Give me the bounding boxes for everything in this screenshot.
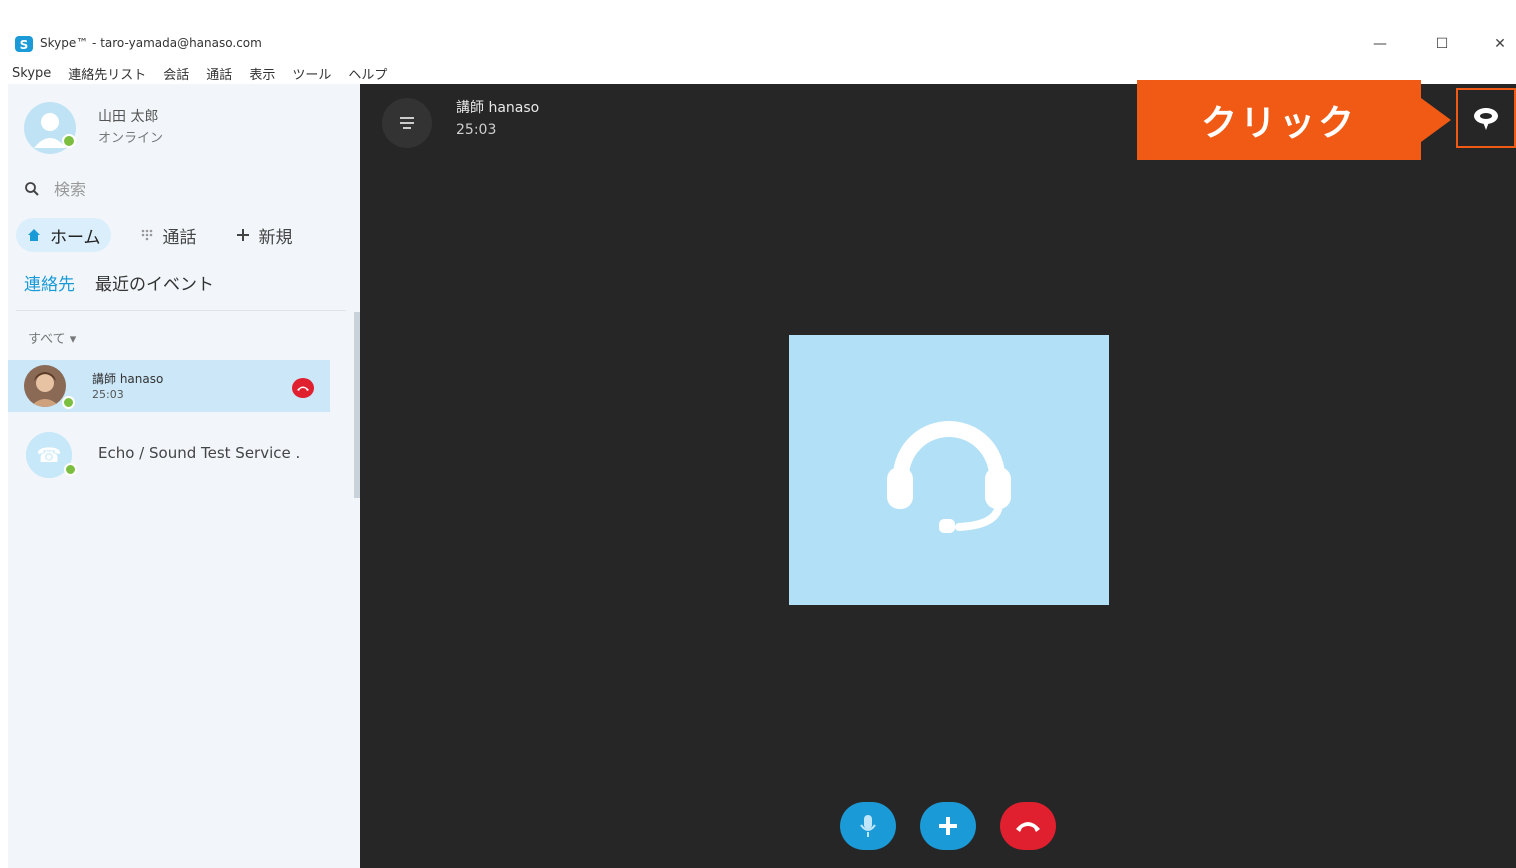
- title-bar: S Skype™ - taro-yamada@hanaso.com — ☐ ✕: [0, 22, 1516, 62]
- contact-filter-dropdown[interactable]: すべて ▾: [28, 328, 76, 347]
- contact-call-duration: 25:03: [92, 388, 124, 401]
- callout-arrow: [1421, 98, 1451, 142]
- tab-recent-events[interactable]: 最近のイベント: [95, 270, 214, 295]
- tab-contacts[interactable]: 連絡先: [24, 270, 75, 295]
- plus-icon: [236, 229, 249, 241]
- contact-name: Echo / Sound Test Service .: [98, 444, 301, 462]
- mute-button[interactable]: [840, 802, 896, 850]
- skype-logo-icon: S: [14, 35, 34, 53]
- svg-text:S: S: [20, 38, 29, 52]
- contact-name: 講師 hanaso: [92, 372, 164, 386]
- contact-avatar: [24, 365, 66, 407]
- list-menu-icon: [400, 117, 414, 129]
- home-icon: [28, 229, 40, 241]
- skype-window: S Skype™ - taro-yamada@hanaso.com — ☐ ✕ …: [0, 0, 1516, 868]
- dialpad-icon: [141, 229, 152, 241]
- profile-status[interactable]: オンライン: [98, 127, 163, 146]
- menu-conversation[interactable]: 会話: [163, 64, 189, 83]
- nav-new-label: 新規: [258, 227, 293, 248]
- chat-bubble-icon: [1474, 108, 1498, 130]
- plus-icon: [939, 817, 957, 835]
- call-contact-name: 講師 hanaso: [456, 100, 540, 116]
- remote-video-placeholder: [789, 335, 1109, 605]
- search-icon: [25, 182, 39, 196]
- active-call-icon: [292, 378, 314, 398]
- sidebar: 山田 太郎 オンライン ホーム 通話: [8, 84, 362, 868]
- menu-view[interactable]: 表示: [249, 64, 275, 83]
- search-input[interactable]: [54, 179, 314, 199]
- menu-tools[interactable]: ツール: [292, 64, 331, 83]
- end-call-button[interactable]: [1000, 802, 1056, 850]
- headset-icon: [887, 421, 1011, 533]
- online-status-icon: [62, 396, 75, 409]
- microphone-icon: [860, 815, 876, 837]
- nav-call[interactable]: 通話: [129, 218, 207, 252]
- chat-button[interactable]: [1456, 88, 1516, 148]
- hang-up-icon: [1016, 822, 1040, 832]
- online-status-icon: [62, 134, 76, 148]
- call-panel: 講師 hanaso 25:03 クリック: [360, 80, 1516, 868]
- window-title: Skype™ - taro-yamada@hanaso.com: [40, 36, 262, 50]
- menu-skype[interactable]: Skype: [12, 66, 51, 81]
- menu-contacts[interactable]: 連絡先リスト: [68, 64, 146, 83]
- profile-name[interactable]: 山田 太郎: [98, 106, 158, 126]
- contact-tabs: 連絡先 最近のイベント: [24, 270, 214, 295]
- click-callout-label: クリック: [1137, 80, 1421, 160]
- call-menu-button[interactable]: [382, 98, 432, 148]
- nav-row: ホーム 通話 新規: [16, 218, 303, 252]
- contact-item-teacher[interactable]: 講師 hanaso 25:03: [8, 360, 330, 412]
- online-status-icon: [64, 463, 77, 476]
- menu-help[interactable]: ヘルプ: [348, 64, 387, 83]
- divider: [16, 310, 346, 311]
- person-photo-icon: [24, 365, 66, 407]
- search-bar: [24, 176, 344, 202]
- nav-call-label: 通話: [162, 227, 197, 248]
- minimize-button[interactable]: —: [1362, 32, 1398, 56]
- add-participant-button[interactable]: [920, 802, 976, 850]
- nav-new[interactable]: 新規: [225, 218, 303, 252]
- menu-call[interactable]: 通話: [206, 64, 232, 83]
- contact-item-echo[interactable]: ☎ Echo / Sound Test Service .: [8, 428, 330, 480]
- nav-home-label: ホーム: [50, 227, 101, 248]
- svg-text:☎: ☎: [37, 443, 62, 467]
- call-duration: 25:03: [456, 122, 497, 138]
- nav-home[interactable]: ホーム: [16, 218, 111, 252]
- close-button[interactable]: ✕: [1482, 32, 1516, 56]
- maximize-button[interactable]: ☐: [1424, 32, 1460, 56]
